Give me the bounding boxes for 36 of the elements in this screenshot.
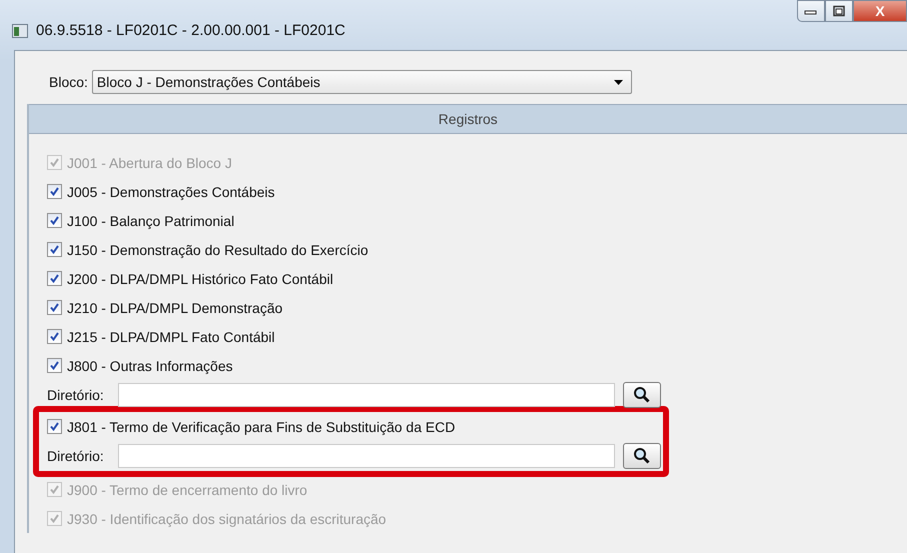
- checkbox[interactable]: [47, 242, 62, 257]
- checkbox[interactable]: [47, 213, 62, 228]
- record-label: J100 - Balanço Patrimonial: [67, 212, 234, 228]
- checkbox[interactable]: [47, 419, 62, 434]
- record-label: J200 - DLPA/DMPL Histórico Fato Contábil: [67, 270, 334, 286]
- checkbox[interactable]: [47, 184, 62, 199]
- window-title: 06.9.5518 - LF0201C - 2.00.00.001 - LF0201C: [36, 22, 346, 39]
- directory-field[interactable]: [118, 383, 615, 407]
- registros-header: Registros: [29, 104, 907, 134]
- checkbox[interactable]: [47, 329, 62, 344]
- checkbox[interactable]: [47, 271, 62, 286]
- maximize-icon: [832, 5, 846, 17]
- search-icon: [633, 447, 651, 465]
- record-label: J900 - Termo de encerramento do livro: [67, 482, 308, 498]
- search-icon: [633, 386, 651, 404]
- bloco-dropdown[interactable]: Bloco J - Demonstrações Contábeis: [92, 70, 632, 94]
- caret-icon: [614, 80, 623, 84]
- record-label: J215 - DLPA/DMPL Fato Contábil: [67, 328, 275, 344]
- record-label: J801 - Termo de Verificação para Fins de Substituição da ECD: [67, 418, 456, 434]
- search-button[interactable]: [623, 443, 661, 469]
- record-label: J150 - Demonstração do Resultado do Exercício: [67, 242, 368, 258]
- bloco-label: Bloco:: [49, 74, 88, 90]
- record-label: J210 - DLPA/DMPL Demonstração: [67, 300, 283, 316]
- search-button[interactable]: [623, 382, 661, 408]
- window-icon: [12, 24, 28, 38]
- checkbox[interactable]: [47, 300, 62, 315]
- maximize-button[interactable]: [825, 0, 853, 22]
- directory-label: Diretório:: [47, 448, 105, 464]
- record-label: J005 - Demonstrações Contábeis: [67, 184, 275, 200]
- minimize-button[interactable]: [797, 0, 825, 22]
- record-label: J930 - Identificação dos signatários da escrituração: [67, 510, 386, 526]
- checkbox[interactable]: [47, 358, 62, 373]
- record-label: J800 - Outras Informações: [67, 358, 233, 374]
- directory-label: Diretório:: [47, 387, 105, 403]
- directory-field[interactable]: [118, 444, 615, 468]
- record-label: J001 - Abertura do Bloco J: [67, 154, 232, 170]
